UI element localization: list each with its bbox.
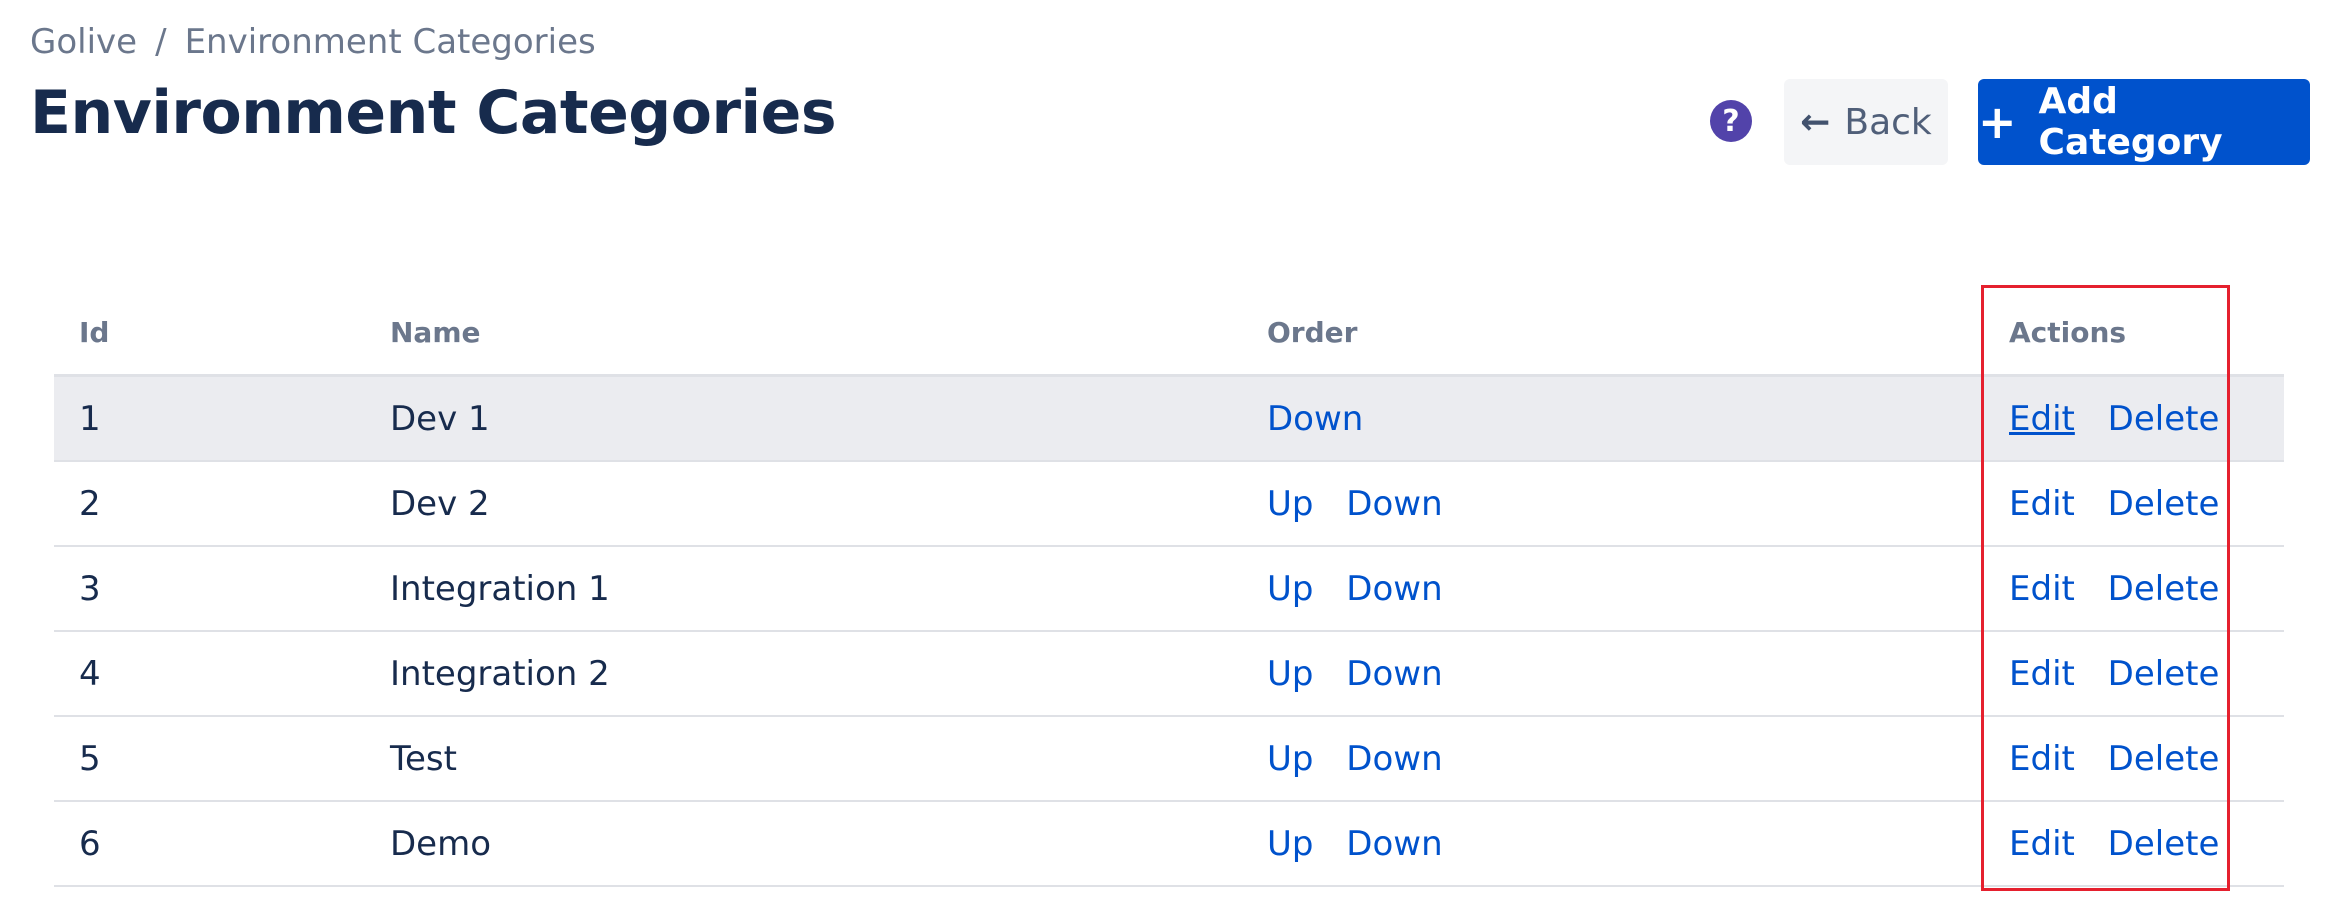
back-button[interactable]: ← Back xyxy=(1784,79,1948,165)
delete-link[interactable]: Delete xyxy=(2108,484,2220,524)
move-up-link[interactable]: Up xyxy=(1267,739,1313,779)
delete-link[interactable]: Delete xyxy=(2108,569,2220,609)
cell-order: Up Down xyxy=(1242,716,1984,802)
delete-link[interactable]: Delete xyxy=(2108,739,2220,779)
cell-name: Dev 1 xyxy=(365,375,1242,462)
cell-id: 4 xyxy=(54,631,365,717)
cell-order: Down xyxy=(1242,375,1984,462)
table-row: 2 Dev 2 Up Down Edit Delete xyxy=(54,461,2284,547)
cell-name: Integration 2 xyxy=(365,631,1242,717)
cell-name: Dev 2 xyxy=(365,461,1242,547)
delete-link[interactable]: Delete xyxy=(2108,399,2220,439)
edit-link[interactable]: Edit xyxy=(2009,569,2075,609)
delete-link[interactable]: Delete xyxy=(2108,824,2220,864)
column-header-id: Id xyxy=(54,290,365,377)
column-header-actions: Actions xyxy=(1984,290,2284,377)
move-down-link[interactable]: Down xyxy=(1346,569,1442,609)
move-down-link[interactable]: Down xyxy=(1267,399,1363,439)
add-category-button[interactable]: + Add Category xyxy=(1978,79,2310,165)
breadcrumb-item-golive[interactable]: Golive xyxy=(30,22,137,62)
column-header-order: Order xyxy=(1242,290,1984,377)
table-row: 3 Integration 1 Up Down Edit Delete xyxy=(54,546,2284,632)
arrow-left-icon: ← xyxy=(1800,101,1831,143)
breadcrumb: Golive / Environment Categories xyxy=(30,22,596,62)
question-circle-icon: ? xyxy=(1722,103,1740,139)
cell-id: 3 xyxy=(54,546,365,632)
cell-actions: Edit Delete xyxy=(1984,631,2284,717)
edit-link[interactable]: Edit xyxy=(2009,484,2075,524)
cell-name: Test xyxy=(365,716,1242,802)
plus-icon: + xyxy=(1978,95,2017,149)
add-category-button-label: Add Category xyxy=(2038,81,2223,163)
move-down-link[interactable]: Down xyxy=(1346,484,1442,524)
page-title: Environment Categories xyxy=(30,78,837,148)
cell-id: 5 xyxy=(54,716,365,802)
cell-order: Up Down xyxy=(1242,631,1984,717)
table-row: 1 Dev 1 Down Edit Delete xyxy=(54,375,2284,462)
back-button-label: Back xyxy=(1844,101,1932,143)
edit-link[interactable]: Edit xyxy=(2009,824,2075,864)
cell-actions: Edit Delete xyxy=(1984,461,2284,547)
cell-actions: Edit Delete xyxy=(1984,546,2284,632)
cell-actions: Edit Delete xyxy=(1984,375,2284,462)
breadcrumb-separator: / xyxy=(155,22,167,62)
cell-id: 6 xyxy=(54,801,365,887)
edit-link[interactable]: Edit xyxy=(2009,399,2075,439)
cell-id: 2 xyxy=(54,461,365,547)
categories-table: Id Name Order Actions 1 Dev 1 Down Edit … xyxy=(54,290,2284,887)
cell-id: 1 xyxy=(54,375,365,462)
page: Golive / Environment Categories Environm… xyxy=(0,0,2334,903)
cell-order: Up Down xyxy=(1242,546,1984,632)
edit-link[interactable]: Edit xyxy=(2009,654,2075,694)
move-up-link[interactable]: Up xyxy=(1267,824,1313,864)
column-header-name: Name xyxy=(365,290,1242,377)
move-down-link[interactable]: Down xyxy=(1346,654,1442,694)
move-up-link[interactable]: Up xyxy=(1267,484,1313,524)
table-header: Id Name Order Actions xyxy=(54,290,2284,377)
table-body: 1 Dev 1 Down Edit Delete 2 Dev 2 Up Down… xyxy=(54,375,2284,887)
cell-order: Up Down xyxy=(1242,801,1984,887)
move-up-link[interactable]: Up xyxy=(1267,569,1313,609)
cell-actions: Edit Delete xyxy=(1984,801,2284,887)
move-down-link[interactable]: Down xyxy=(1346,824,1442,864)
table-row: 6 Demo Up Down Edit Delete xyxy=(54,801,2284,887)
cell-order: Up Down xyxy=(1242,461,1984,547)
cell-name: Integration 1 xyxy=(365,546,1242,632)
breadcrumb-item-environment-categories[interactable]: Environment Categories xyxy=(185,22,596,62)
move-up-link[interactable]: Up xyxy=(1267,654,1313,694)
table-row: 5 Test Up Down Edit Delete xyxy=(54,716,2284,802)
categories-table-container: Id Name Order Actions 1 Dev 1 Down Edit … xyxy=(54,290,2284,887)
edit-link[interactable]: Edit xyxy=(2009,739,2075,779)
move-down-link[interactable]: Down xyxy=(1346,739,1442,779)
help-button[interactable]: ? xyxy=(1710,100,1752,142)
table-row: 4 Integration 2 Up Down Edit Delete xyxy=(54,631,2284,717)
delete-link[interactable]: Delete xyxy=(2108,654,2220,694)
cell-actions: Edit Delete xyxy=(1984,716,2284,802)
cell-name: Demo xyxy=(365,801,1242,887)
